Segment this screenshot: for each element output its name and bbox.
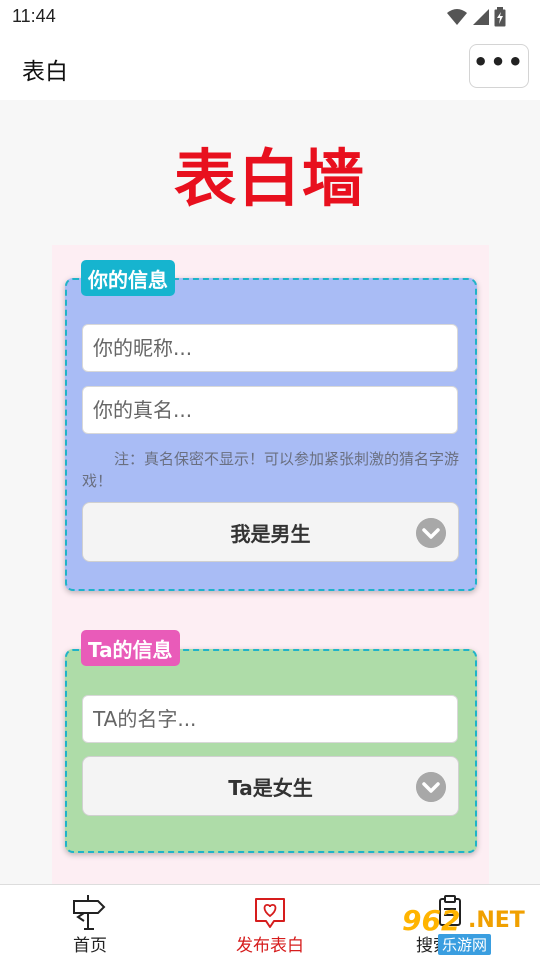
realname-input[interactable] <box>82 386 458 434</box>
more-menu-button[interactable]: ••• <box>469 44 529 88</box>
wall-title: 表白墙 <box>173 142 366 215</box>
my-info-legend: 你的信息 <box>81 260 175 296</box>
realname-note: 注：真名保密不显示！可以参加紧张刺激的猜名字游戏！ <box>82 450 460 490</box>
status-icons <box>446 6 506 28</box>
tab-publish[interactable]: 发布表白 <box>180 885 360 960</box>
my-gender-value: 我是男生 <box>230 521 311 546</box>
tab-publish-label: 发布表白 <box>236 936 304 956</box>
chevron-down-icon <box>416 772 446 802</box>
my-gender-select[interactable]: 我是男生 <box>82 502 459 562</box>
ta-name-input[interactable] <box>82 695 458 743</box>
chevron-down-icon <box>416 518 446 548</box>
site-watermark: 962 .NET 乐游网 <box>402 904 534 956</box>
signal-icon <box>473 9 489 25</box>
wifi-icon <box>447 9 467 25</box>
ta-gender-select[interactable]: Ta是女生 <box>82 756 459 816</box>
ta-info-legend: Ta的信息 <box>81 630 180 666</box>
page-title: 表白 <box>22 59 68 85</box>
status-bar: 11:44 <box>0 0 540 34</box>
status-time: 11:44 <box>12 6 56 26</box>
more-dots-icon: ••• <box>472 48 526 76</box>
watermark-subtitle: 乐游网 <box>438 934 492 955</box>
signpost-icon <box>73 895 106 930</box>
watermark-tld: .NET <box>468 908 525 933</box>
app-header: 表白 <box>0 34 540 100</box>
ta-info-card <box>65 649 477 853</box>
ta-gender-value: Ta是女生 <box>228 775 313 800</box>
watermark-brand: 962 <box>402 904 461 937</box>
tab-home-label: 首页 <box>73 936 107 956</box>
heart-message-icon <box>255 898 285 928</box>
battery-icon <box>494 7 506 27</box>
nickname-input[interactable] <box>82 324 458 372</box>
tab-home[interactable]: 首页 <box>0 885 180 960</box>
